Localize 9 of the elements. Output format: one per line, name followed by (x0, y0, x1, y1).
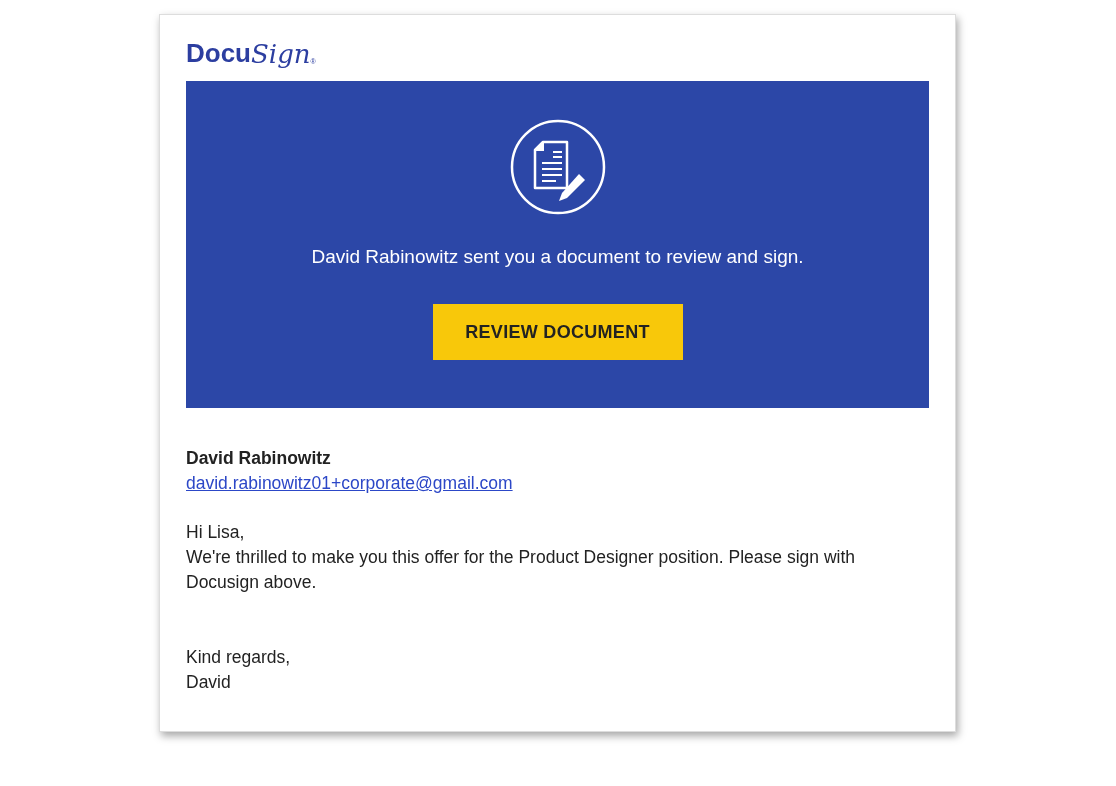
review-document-button[interactable]: REVIEW DOCUMENT (432, 304, 683, 360)
signature: David (186, 671, 231, 694)
sender-email-link[interactable]: david.rabinowitz01+corporate@gmail.com (186, 471, 513, 496)
sender-name: David Rabinowitz (186, 447, 331, 470)
greeting: Hi Lisa, (186, 521, 245, 544)
banner-message: David Rabinowitz sent you a document to review and sign. (311, 246, 804, 268)
message-text: We're thrilled to make you this offer for the Product Designer position. Please sign with Docusign above. (186, 546, 856, 594)
document-pen-icon (508, 118, 607, 216)
closing: Kind regards, (186, 646, 291, 669)
